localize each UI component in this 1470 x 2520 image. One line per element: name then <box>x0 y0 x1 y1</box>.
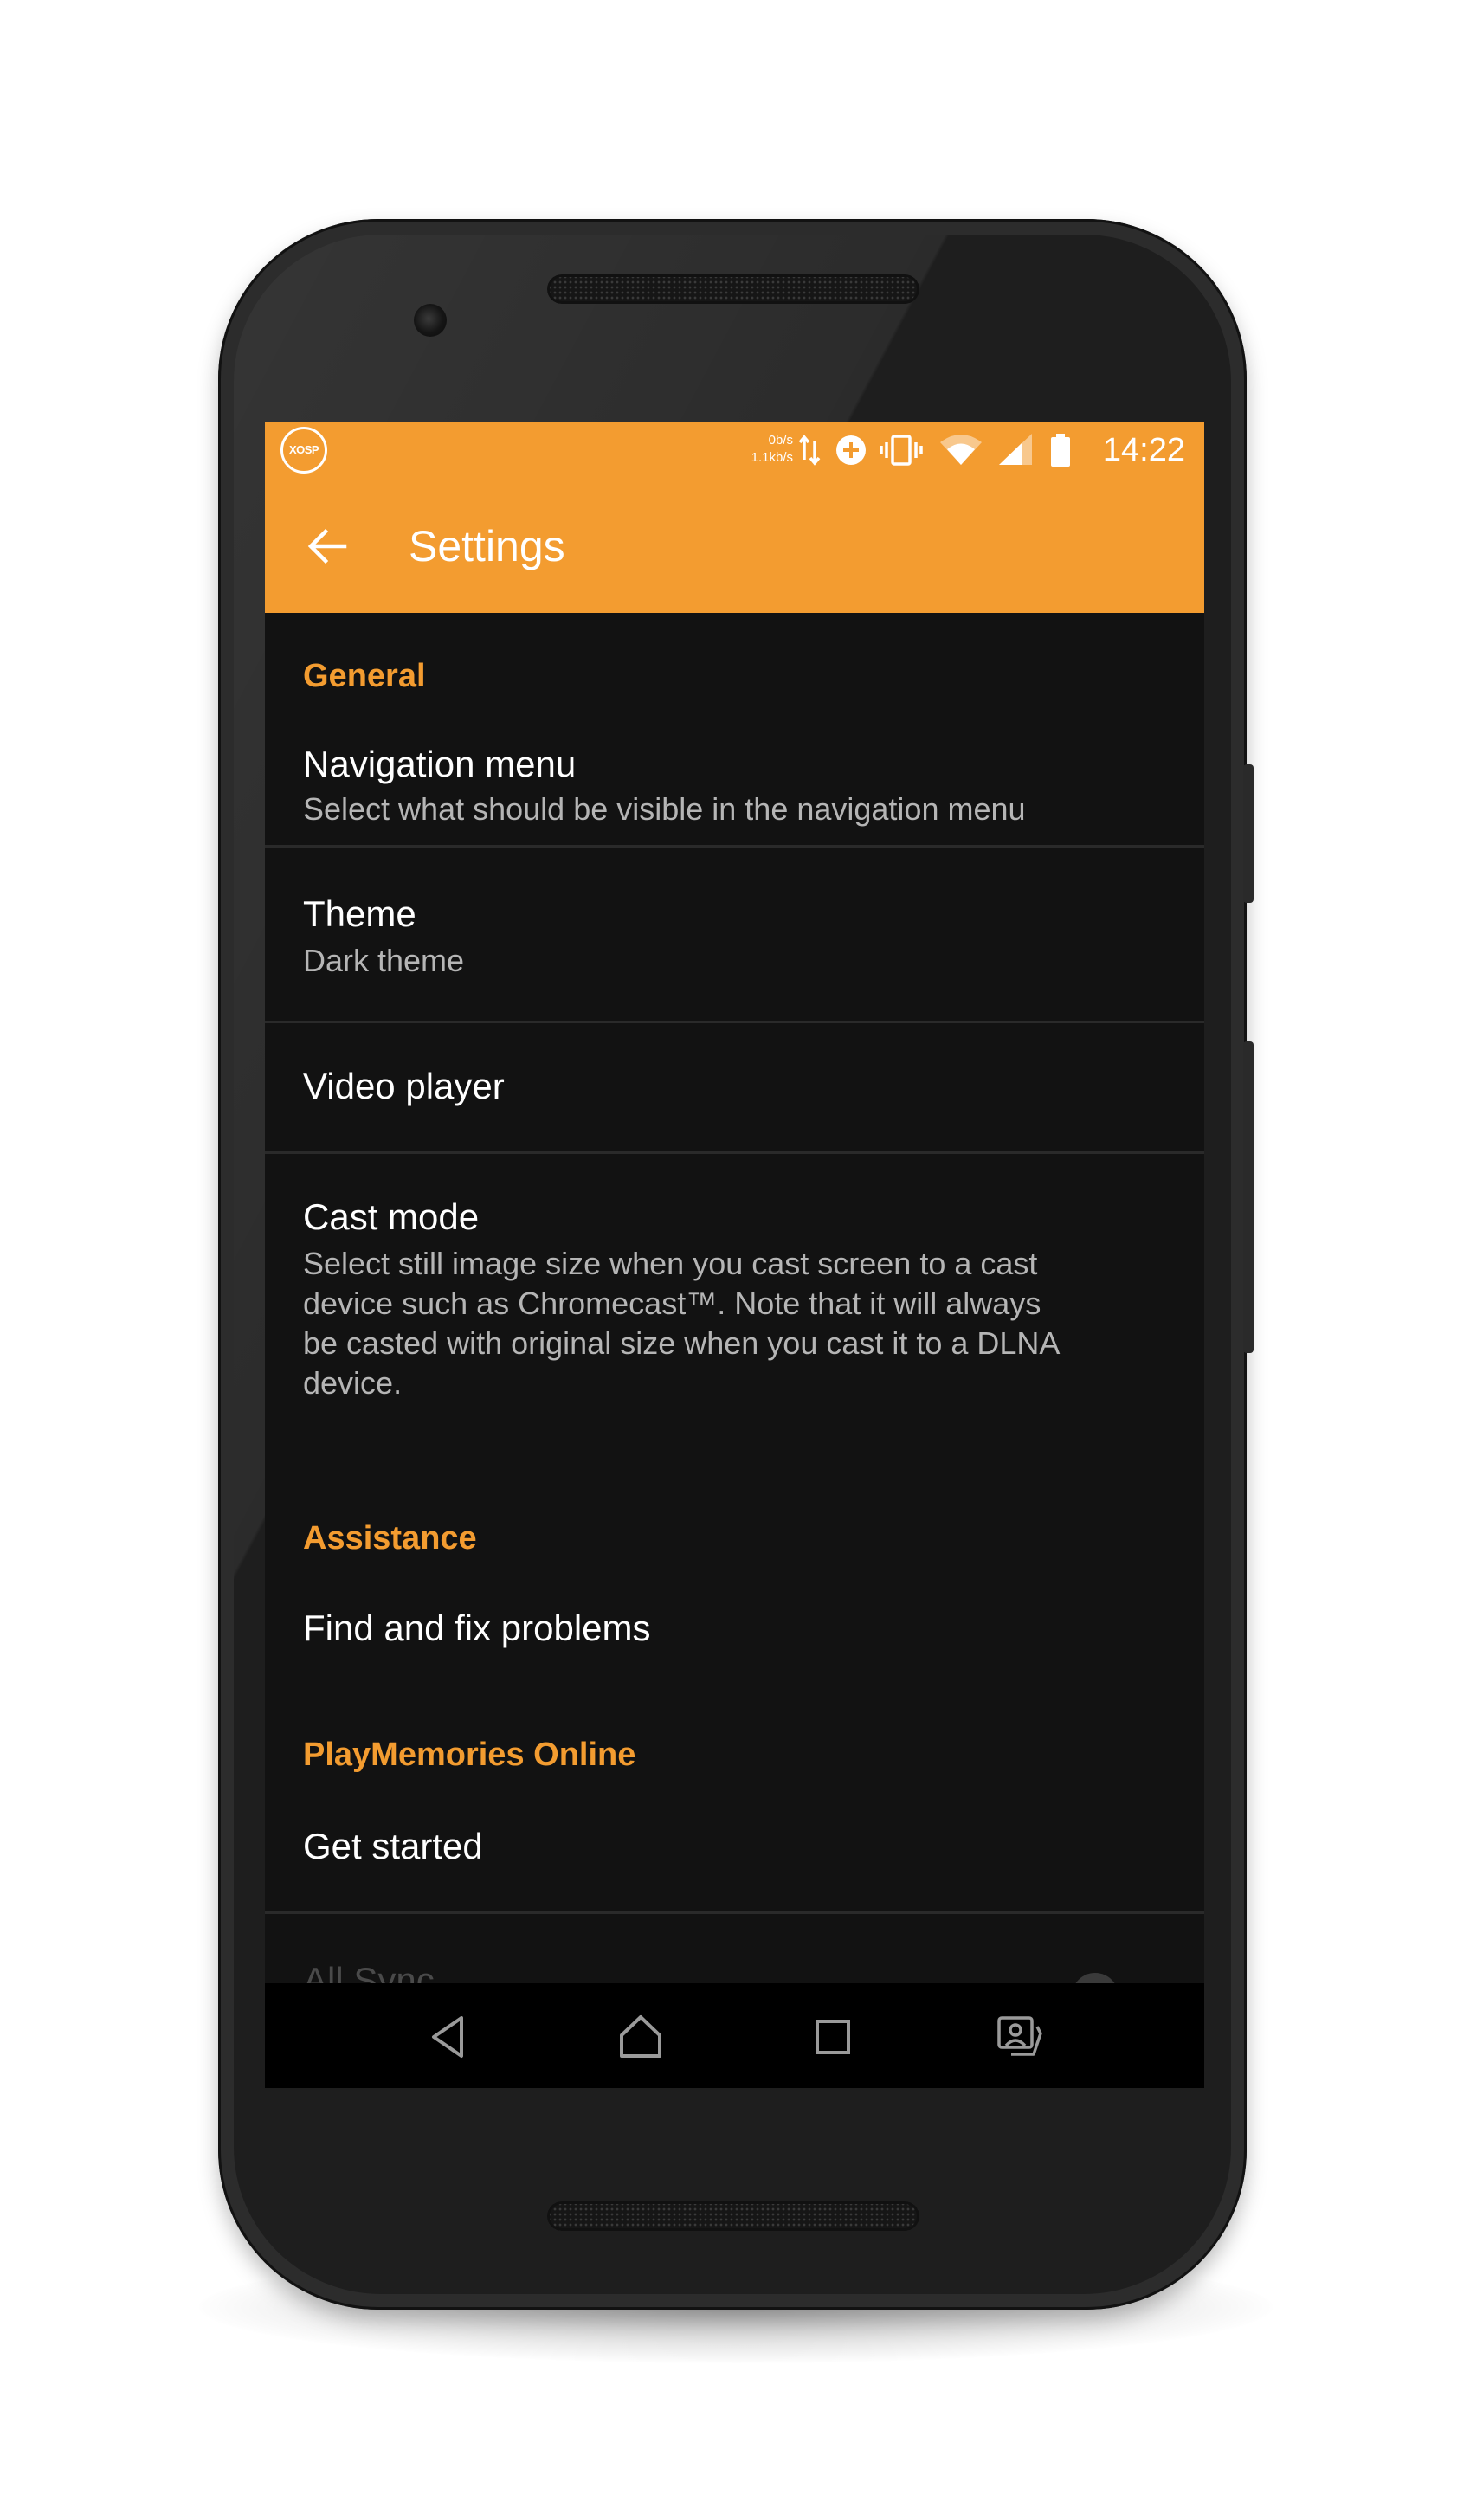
phone-screen: XOSP 0b/s 1.1kb/s 14:22 Settings General… <box>265 422 1204 2088</box>
volume-button <box>1243 1041 1254 1353</box>
power-button <box>1243 764 1254 903</box>
pref-theme[interactable]: Theme Dark theme <box>265 848 1204 1022</box>
navigation-bar <box>265 1983 1204 2088</box>
top-speaker-grille <box>547 274 919 304</box>
network-speed: 0b/s 1.1kb/s <box>724 432 793 467</box>
pref-title: Get started <box>303 1826 483 1866</box>
pref-title: Find and fix problems <box>303 1608 651 1648</box>
bottom-speaker-grille <box>547 2201 919 2231</box>
add-circle-icon <box>836 435 866 465</box>
pref-summary: Select still image size when you cast sc… <box>303 1244 1134 1403</box>
xosp-logo: XOSP <box>280 427 327 474</box>
pref-title: Theme <box>303 893 416 934</box>
cell-signal-icon <box>999 434 1032 465</box>
app-bar: Settings <box>265 479 1204 613</box>
page-title: Settings <box>409 522 565 570</box>
section-header-playmemories: PlayMemories Online <box>303 1737 636 1773</box>
data-transfer-icon <box>798 435 821 466</box>
summary-line: Select still image size when you cast sc… <box>303 1246 1038 1281</box>
pref-summary: Select what should be visible in the nav… <box>303 791 1026 827</box>
pref-summary: Dark theme <box>303 943 465 978</box>
nav-recents-icon[interactable] <box>807 2011 859 2063</box>
pref-title: Video player <box>303 1066 505 1106</box>
nav-screenshot-icon[interactable] <box>994 2011 1046 2063</box>
upload-speed: 0b/s <box>768 433 793 448</box>
status-bar: XOSP 0b/s 1.1kb/s 14:22 <box>265 422 1204 479</box>
wifi-icon <box>940 435 982 465</box>
section-header-assistance: Assistance <box>303 1520 477 1556</box>
pref-title: Navigation menu <box>303 744 577 784</box>
pref-cast-mode[interactable]: Cast mode Select still image size when y… <box>265 1154 1204 1440</box>
stage: XOSP 0b/s 1.1kb/s 14:22 Settings General… <box>0 0 1470 2520</box>
download-speed: 1.1kb/s <box>751 450 793 465</box>
pref-find-and-fix[interactable]: Find and fix problems <box>265 1562 1204 1679</box>
summary-line: device. <box>303 1365 403 1401</box>
nav-home-icon[interactable] <box>615 2011 667 2063</box>
pref-title: Cast mode <box>303 1196 480 1237</box>
pref-video-player[interactable]: Video player <box>265 1023 1204 1151</box>
battery-icon <box>1051 434 1070 467</box>
front-camera <box>414 304 447 337</box>
status-clock: 14:22 <box>1102 432 1185 468</box>
arrow-back-icon[interactable] <box>305 524 350 569</box>
summary-line: be casted with original size when you ca… <box>303 1325 1061 1361</box>
summary-line: device such as Chromecast™. Note that it… <box>303 1286 1041 1321</box>
pref-get-started[interactable]: Get started <box>265 1778 1204 1911</box>
section-header-general: General <box>303 658 426 694</box>
nav-back-icon[interactable] <box>423 2011 475 2063</box>
vibrate-icon <box>880 435 923 466</box>
pref-navigation-menu[interactable]: Navigation menu Select what should be vi… <box>265 699 1204 845</box>
